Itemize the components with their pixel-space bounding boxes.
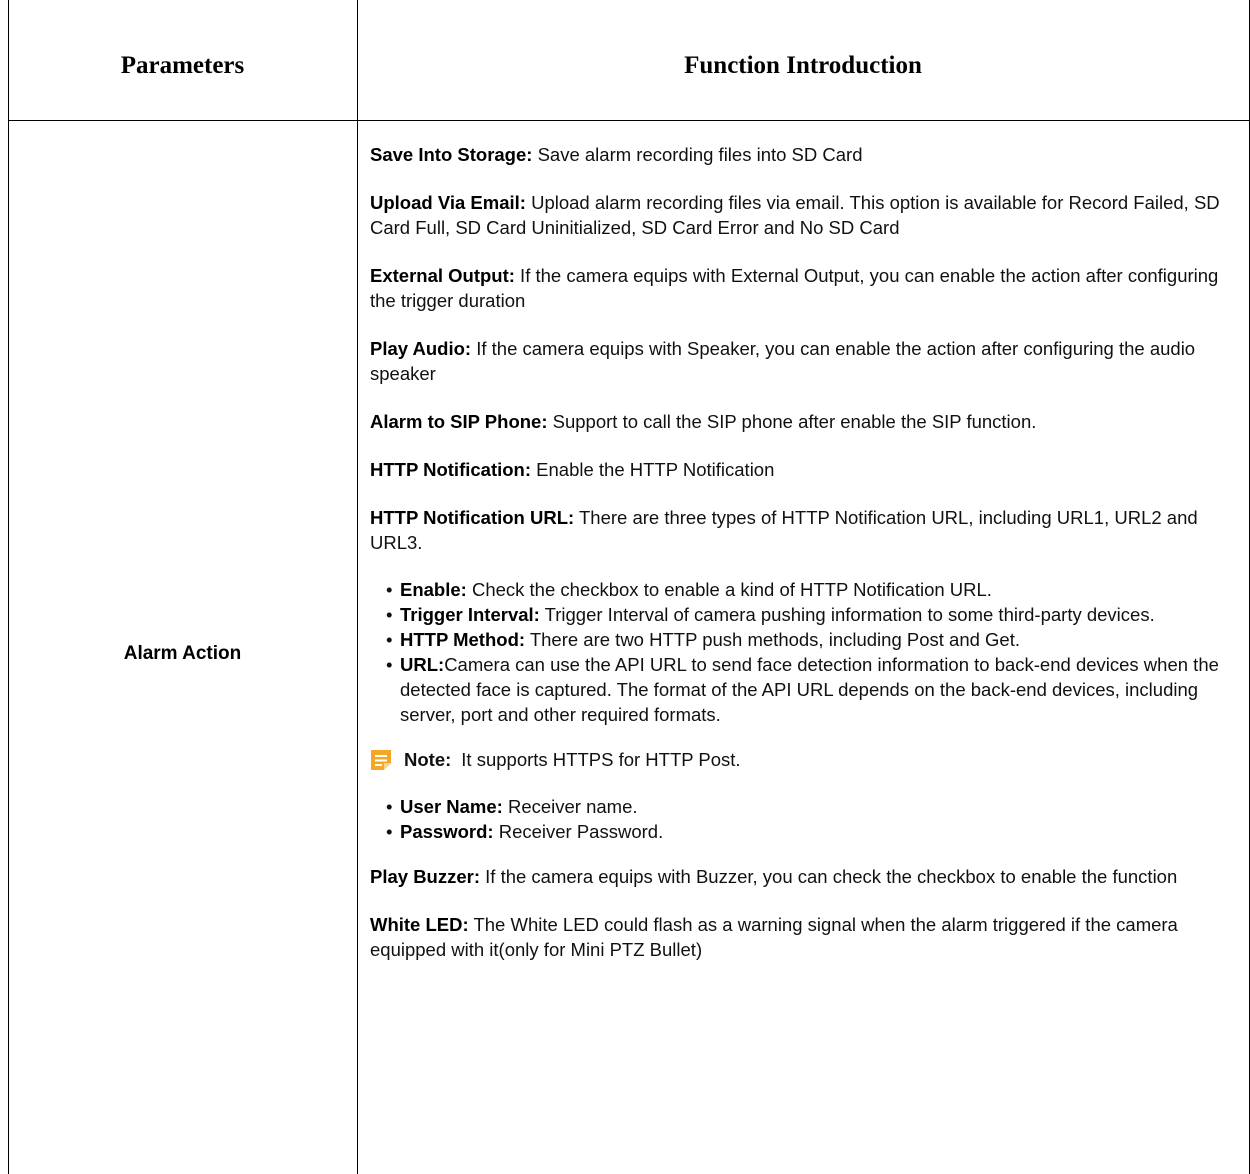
paragraph-label: HTTP Notification: <box>370 459 532 480</box>
function-paragraph: External Output: If the camera equips wi… <box>370 263 1238 313</box>
table-left-border <box>8 0 9 1174</box>
paragraph-text: If the camera equips with Buzzer, you ca… <box>480 866 1178 887</box>
paragraph-label: White LED: <box>370 914 469 935</box>
list-item-text: Trigger Interval of camera pushing infor… <box>539 604 1155 625</box>
paragraph-label: Play Audio: <box>370 338 472 359</box>
paragraph-text: The White LED could flash as a warning s… <box>370 914 1178 960</box>
paragraph-label: Alarm to SIP Phone: <box>370 411 548 432</box>
function-paragraph: Play Audio: If the camera equips with Sp… <box>370 336 1238 386</box>
function-paragraph: Play Buzzer: If the camera equips with B… <box>370 864 1238 889</box>
paragraph-label: External Output: <box>370 265 515 286</box>
header-bottom-border <box>8 120 1250 121</box>
column-divider <box>357 0 358 1174</box>
list-item-text: Check the checkbox to enable a kind of H… <box>466 579 992 600</box>
list-item-label: Trigger Interval: <box>400 604 540 625</box>
list-item: Password: Receiver Password. <box>386 819 1238 844</box>
paragraph-text: Support to call the SIP phone after enab… <box>547 411 1037 432</box>
http-url-options-list: Enable: Check the checkbox to enable a k… <box>370 577 1238 727</box>
parameters-table: Parameters Function Introduction Alarm A… <box>0 0 1250 1174</box>
list-item-label: HTTP Method: <box>400 629 526 650</box>
list-item: HTTP Method: There are two HTTP push met… <box>386 627 1238 652</box>
note-icon <box>371 749 391 770</box>
function-paragraph: White LED: The White LED could flash as … <box>370 912 1238 962</box>
paragraph-text: Save alarm recording files into SD Card <box>532 144 863 165</box>
note-text: It supports HTTPS for HTTP Post. <box>461 749 741 770</box>
paragraph-label: Play Buzzer: <box>370 866 481 887</box>
list-item-label: Enable: <box>400 579 467 600</box>
paragraph-label: HTTP Notification URL: <box>370 507 575 528</box>
paragraph-label: Upload Via Email: <box>370 192 526 213</box>
list-item: User Name: Receiver name. <box>386 794 1238 819</box>
list-item: Trigger Interval: Trigger Interval of ca… <box>386 602 1238 627</box>
function-paragraph: Save Into Storage: Save alarm recording … <box>370 142 1238 167</box>
credentials-list: User Name: Receiver name.Password: Recei… <box>370 794 1238 844</box>
list-item-label: Password: <box>400 821 494 842</box>
list-item-text: Receiver name. <box>502 796 638 817</box>
note-label: Note: <box>404 749 452 770</box>
function-introduction-content: Save Into Storage: Save alarm recording … <box>370 142 1238 985</box>
list-item: Enable: Check the checkbox to enable a k… <box>386 577 1238 602</box>
list-item: URL:Camera can use the API URL to send f… <box>386 652 1238 727</box>
list-item-text: There are two HTTP push methods, includi… <box>525 629 1020 650</box>
header-parameters: Parameters <box>120 52 245 79</box>
function-paragraph: HTTP Notification: Enable the HTTP Notif… <box>370 457 1238 482</box>
list-item-text: Receiver Password. <box>493 821 664 842</box>
paragraph-text: If the camera equips with Speaker, you c… <box>370 338 1196 384</box>
list-item-text: Camera can use the API URL to send face … <box>400 654 1219 725</box>
paragraph-label: Save Into Storage: <box>370 144 533 165</box>
param-alarm-action: Alarm Action <box>123 643 242 664</box>
list-item-label: URL: <box>400 654 445 675</box>
function-paragraph: HTTP Notification URL: There are three t… <box>370 505 1238 555</box>
function-paragraph: Upload Via Email: Upload alarm recording… <box>370 190 1238 240</box>
list-item-label: User Name: <box>400 796 503 817</box>
header-function-introduction: Function Introduction <box>684 52 922 79</box>
note-block: Note: It supports HTTPS for HTTP Post. <box>370 747 1238 772</box>
function-paragraph: Alarm to SIP Phone: Support to call the … <box>370 409 1238 434</box>
paragraph-text: Enable the HTTP Notification <box>531 459 775 480</box>
